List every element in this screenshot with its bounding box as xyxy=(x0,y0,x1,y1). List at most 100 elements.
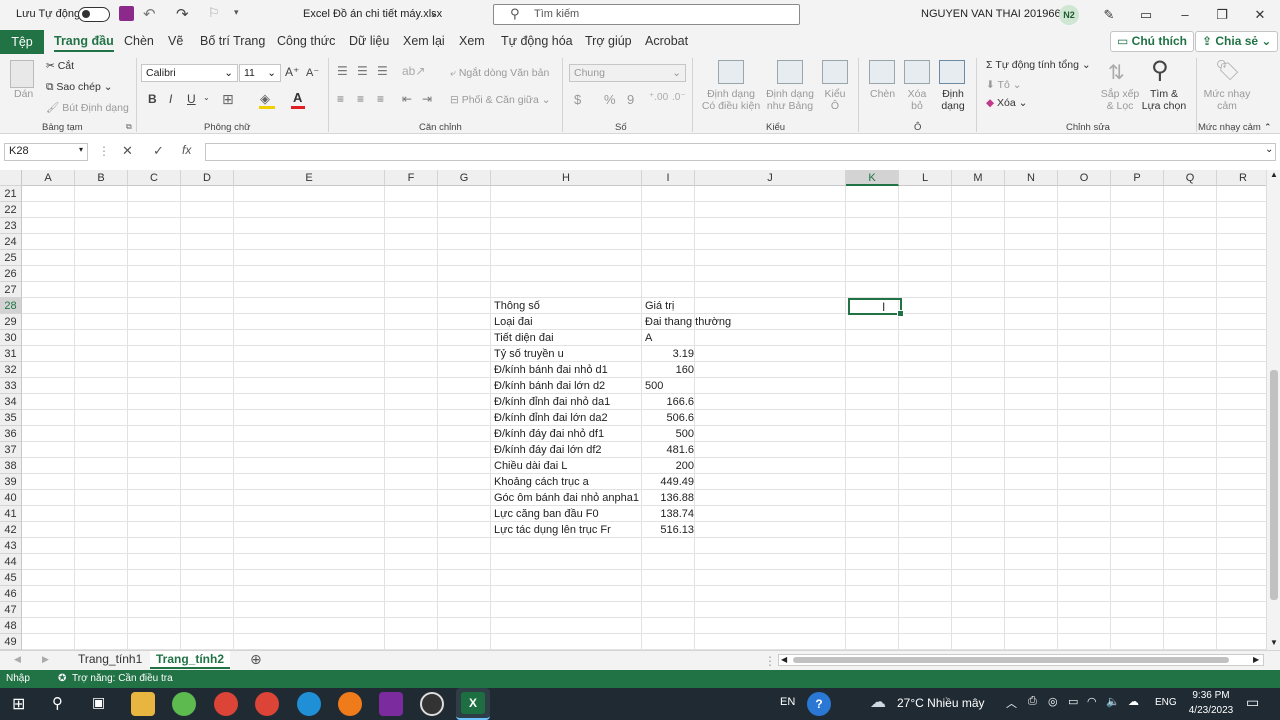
column-header-f[interactable]: F xyxy=(385,170,438,186)
app-icon[interactable] xyxy=(172,692,196,716)
formula-input[interactable] xyxy=(205,143,1276,161)
column-header-h[interactable]: H xyxy=(491,170,642,186)
tab-home[interactable]: Trang đầu xyxy=(54,34,114,52)
select-all-corner[interactable] xyxy=(0,170,22,186)
touch-mode-icon[interactable]: ⚐ xyxy=(208,5,220,21)
expand-formula-icon[interactable]: ⌄ xyxy=(1265,144,1273,155)
row-header-42[interactable]: 42 xyxy=(0,522,22,538)
fill-button[interactable]: ⬇ Tô ⌄ xyxy=(986,79,1022,91)
tab-view[interactable]: Xem xyxy=(459,34,485,48)
document-title[interactable]: Excel Đồ án chi tiết máy.xlsx xyxy=(303,8,442,20)
align-right-icon[interactable]: ≡ xyxy=(377,92,384,106)
fill-color-icon[interactable]: ◈ xyxy=(260,91,270,107)
language-indicator[interactable]: EN xyxy=(780,696,795,708)
row-header-43[interactable]: 43 xyxy=(0,538,22,554)
cell-h38[interactable]: Chiều dài đai L xyxy=(494,458,642,474)
format-cells-button[interactable]: Định dạng xyxy=(936,88,970,112)
bold-button[interactable]: B xyxy=(148,92,157,106)
tab-data[interactable]: Dữ liệu xyxy=(349,34,389,48)
row-header-31[interactable]: 31 xyxy=(0,346,22,362)
accessibility-status[interactable]: Trợ năng: Cần điều tra xyxy=(72,673,173,684)
conditional-formatting-button[interactable]: Định dạng Có điều kiện xyxy=(700,88,762,112)
cell-h33[interactable]: Đ/kính bánh đai lớn d2 xyxy=(494,378,642,394)
row-header-46[interactable]: 46 xyxy=(0,586,22,602)
help-icon[interactable]: ? xyxy=(807,692,831,716)
number-format-select[interactable]: Chung ⌄ xyxy=(569,64,686,82)
search-box[interactable]: ⚲ Tìm kiếm xyxy=(493,4,800,25)
font-name-select[interactable]: Calibri ⌄ xyxy=(141,64,238,82)
redo-icon[interactable]: ↷ xyxy=(176,5,189,23)
cell-h32[interactable]: Đ/kính bánh đai nhỏ d1 xyxy=(494,362,642,378)
shrink-font-icon[interactable]: A⁻ xyxy=(306,66,319,79)
tab-insert[interactable]: Chèn xyxy=(124,34,154,48)
close-icon[interactable]: ✕ xyxy=(1248,5,1272,25)
cell-h41[interactable]: Lực căng ban đầu F0 xyxy=(494,506,642,522)
column-header-p[interactable]: P xyxy=(1111,170,1164,186)
align-left-icon[interactable]: ≡ xyxy=(337,92,344,106)
row-header-26[interactable]: 26 xyxy=(0,266,22,282)
cell-i39[interactable]: 449.49 xyxy=(645,474,694,490)
enter-icon[interactable]: ✓ xyxy=(153,143,164,159)
tab-help[interactable]: Trợ giúp xyxy=(585,34,632,48)
comments-button[interactable]: ▭ Chú thích xyxy=(1110,31,1194,52)
cell-i28[interactable]: Giá trị xyxy=(645,298,785,314)
scroll-up-icon[interactable]: ▲ xyxy=(1270,170,1278,179)
ribbon-display-icon[interactable]: ▭ xyxy=(1134,5,1158,25)
grow-font-icon[interactable]: A⁺ xyxy=(285,65,299,79)
row-header-44[interactable]: 44 xyxy=(0,554,22,570)
insert-cells-icon[interactable] xyxy=(869,60,895,84)
decrease-indent-icon[interactable]: ⇤ xyxy=(402,92,412,106)
wrap-text-button[interactable]: ⤶ Ngắt dòng Văn bản xyxy=(450,67,549,80)
cell-h40[interactable]: Góc ôm bánh đai nhỏ anpha1 xyxy=(494,490,642,506)
column-header-n[interactable]: N xyxy=(1005,170,1058,186)
collapse-ribbon-icon[interactable]: ⌃ xyxy=(1264,122,1272,133)
cell-h35[interactable]: Đ/kính đỉnh đai lớn da2 xyxy=(494,410,642,426)
undo-icon[interactable]: ↶ xyxy=(143,5,156,23)
underline-button[interactable]: U xyxy=(187,92,196,106)
input-language[interactable]: ENG xyxy=(1155,697,1177,708)
wifi-icon[interactable]: ◠ xyxy=(1087,695,1097,708)
task-view-icon[interactable]: ▣ xyxy=(92,694,105,711)
cell-styles-button[interactable]: Kiểu Ô xyxy=(822,88,848,112)
row-header-40[interactable]: 40 xyxy=(0,490,22,506)
find-select-button[interactable]: Tìm & Lựa chọn xyxy=(1140,88,1188,112)
row-header-39[interactable]: 39 xyxy=(0,474,22,490)
cell-i35[interactable]: 506.6 xyxy=(645,410,694,426)
search-icon[interactable]: ⚲ xyxy=(52,694,63,712)
increase-decimal-icon[interactable]: ⁺.00 xyxy=(649,92,668,103)
spreadsheet-grid[interactable]: ABCDEFGHIJKLMNOPQR 21 22 23 24 25 26 27 28 29 30 3… xyxy=(0,170,1266,650)
restore-icon[interactable]: ❐ xyxy=(1210,5,1234,25)
cell-h37[interactable]: Đ/kính đáy đai lớn df2 xyxy=(494,442,642,458)
row-header-23[interactable]: 23 xyxy=(0,218,22,234)
column-header-e[interactable]: E xyxy=(234,170,385,186)
file-explorer-icon[interactable] xyxy=(131,692,155,716)
row-header-33[interactable]: 33 xyxy=(0,378,22,394)
row-header-49[interactable]: 49 xyxy=(0,634,22,650)
tab-automate[interactable]: Tự động hóa xyxy=(501,34,573,48)
column-header-k[interactable]: K xyxy=(846,170,899,186)
decrease-decimal-icon[interactable]: .0⁻ xyxy=(672,92,686,103)
cell-i37[interactable]: 481.6 xyxy=(645,442,694,458)
h-scroll-thumb[interactable] xyxy=(793,657,1229,663)
row-header-47[interactable]: 47 xyxy=(0,602,22,618)
align-top-icon[interactable]: ☰ xyxy=(337,64,348,78)
delete-cells-icon[interactable] xyxy=(904,60,930,84)
cell-h42[interactable]: Lực tác dụng lên trục Fr xyxy=(494,522,642,538)
copy-button[interactable]: ⧉ Sao chép ⌄ xyxy=(46,81,113,94)
accessibility-icon[interactable]: ✪ xyxy=(58,673,66,684)
cell-i42[interactable]: 516.13 xyxy=(645,522,694,538)
sensitivity-icon[interactable]: 🏷 xyxy=(1215,58,1240,83)
next-sheet-icon[interactable]: ▶ xyxy=(42,654,49,665)
column-header-i[interactable]: I xyxy=(642,170,695,186)
dialog-launcher-icon[interactable]: ⧉ xyxy=(126,122,132,132)
firefox-icon[interactable] xyxy=(338,692,362,716)
column-header-g[interactable]: G xyxy=(438,170,491,186)
row-header-21[interactable]: 21 xyxy=(0,186,22,202)
row-header-32[interactable]: 32 xyxy=(0,362,22,378)
column-header-l[interactable]: L xyxy=(899,170,952,186)
battery-icon[interactable]: ▭ xyxy=(1068,695,1078,708)
chevron-up-icon[interactable]: ︿ xyxy=(1006,695,1017,711)
cell-styles-icon[interactable] xyxy=(822,60,848,84)
column-header-m[interactable]: M xyxy=(952,170,1005,186)
comma-button[interactable]: 9 xyxy=(627,92,634,107)
